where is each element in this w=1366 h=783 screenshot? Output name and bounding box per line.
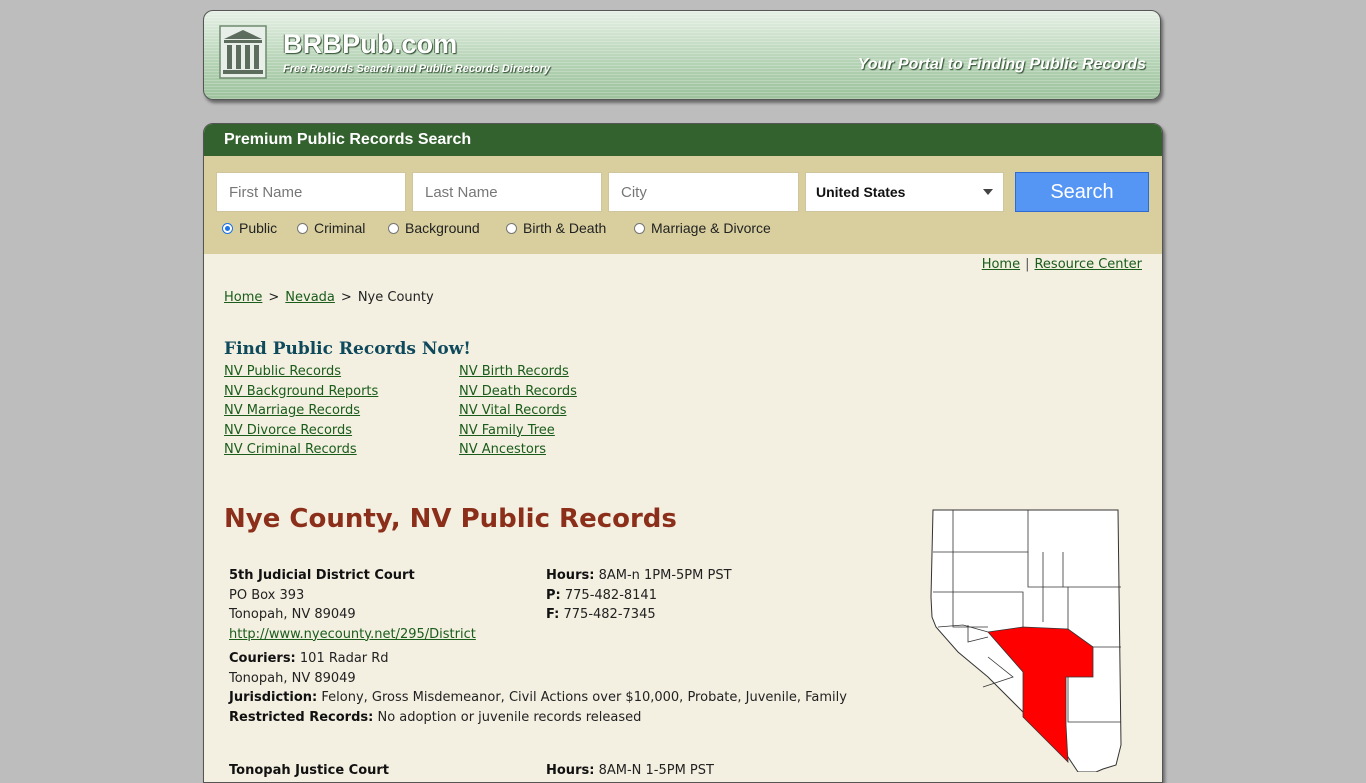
radio-criminal-indicator[interactable] xyxy=(297,222,308,234)
link-nv-marriage-records[interactable]: NV Marriage Records xyxy=(224,401,378,421)
restricted-label: Restricted Records: xyxy=(229,709,374,725)
radio-criminal-label: Criminal xyxy=(314,220,366,236)
next-court-name: Tonopah Justice Court xyxy=(229,763,390,778)
top-nav-links: Home | Resource Center xyxy=(982,257,1142,272)
top-link-home[interactable]: Home xyxy=(982,257,1020,272)
radio-background[interactable]: Background xyxy=(388,220,480,236)
top-link-resource-center[interactable]: Resource Center xyxy=(1034,257,1142,272)
site-name[interactable]: BRBPub.com xyxy=(283,29,458,60)
search-form: United States Search Public Criminal Bac… xyxy=(204,156,1162,254)
court-address-line2: Tonopah, NV 89049 xyxy=(229,607,356,622)
main-panel: Premium Public Records Search United Sta… xyxy=(203,123,1163,783)
couriers-address: 101 Radar Rd xyxy=(299,651,389,666)
radio-birth-death[interactable]: Birth & Death xyxy=(506,220,606,236)
records-links-left: NV Public Records NV Background Reports … xyxy=(224,362,378,460)
jurisdiction-value: Felony, Gross Misdemeanor, Civil Actions… xyxy=(321,690,847,705)
court-website-link[interactable]: http://www.nyecounty.net/295/District xyxy=(229,627,476,642)
next-hours-label: Hours: xyxy=(546,763,595,778)
records-links-right: NV Birth Records NV Death Records NV Vit… xyxy=(459,362,577,460)
radio-marriage-divorce-label: Marriage & Divorce xyxy=(651,220,771,236)
restricted-value: No adoption or juvenile records released xyxy=(377,709,642,725)
breadcrumb: Home > Nevada > Nye County xyxy=(224,290,434,305)
first-name-input[interactable] xyxy=(216,172,406,212)
court-contact-block: Hours: 8AM-n 1PM-5PM PST P: 775-482-8141… xyxy=(546,566,732,625)
breadcrumb-separator: > xyxy=(340,290,352,305)
radio-public[interactable]: Public xyxy=(222,220,277,236)
link-nv-death-records[interactable]: NV Death Records xyxy=(459,382,577,402)
top-link-separator: | xyxy=(1025,257,1030,272)
fax-label: F: xyxy=(546,607,560,622)
radio-criminal[interactable]: Criminal xyxy=(297,220,365,236)
site-header-banner: BRBPub.com Free Records Search and Publi… xyxy=(203,10,1161,100)
next-court-hours: 8AM-N 1-5PM PST xyxy=(598,763,714,778)
radio-birth-death-indicator[interactable] xyxy=(506,222,517,234)
link-nv-divorce-records[interactable]: NV Divorce Records xyxy=(224,421,378,441)
find-records-title: Find Public Records Now! xyxy=(224,339,471,359)
court-details-block: Couriers: 101 Radar Rd Tonopah, NV 89049… xyxy=(229,649,847,727)
link-nv-criminal-records[interactable]: NV Criminal Records xyxy=(224,440,378,460)
jurisdiction-label: Jurisdiction: xyxy=(229,690,318,705)
radio-public-indicator[interactable] xyxy=(222,222,233,234)
breadcrumb-current: Nye County xyxy=(357,290,434,305)
phone-label: P: xyxy=(546,587,561,603)
radio-background-indicator[interactable] xyxy=(388,222,399,234)
radio-marriage-divorce-indicator[interactable] xyxy=(634,222,645,234)
country-select[interactable]: United States xyxy=(805,172,1004,212)
radio-public-label: Public xyxy=(239,220,278,236)
court-phone: 775-482-8141 xyxy=(564,587,657,603)
link-nv-family-tree[interactable]: NV Family Tree xyxy=(459,421,577,441)
couriers-label: Couriers: xyxy=(229,651,296,666)
breadcrumb-separator: > xyxy=(268,290,280,305)
breadcrumb-state[interactable]: Nevada xyxy=(285,290,335,305)
court-address-line1: PO Box 393 xyxy=(229,587,305,603)
search-section-title: Premium Public Records Search xyxy=(204,124,1162,156)
link-nv-public-records[interactable]: NV Public Records xyxy=(224,362,378,382)
chevron-down-icon xyxy=(983,189,993,195)
search-button[interactable]: Search xyxy=(1015,172,1149,212)
link-nv-birth-records[interactable]: NV Birth Records xyxy=(459,362,577,382)
court-address-block: 5th Judicial District Court PO Box 393 T… xyxy=(229,566,476,644)
county-page-title: Nye County, NV Public Records xyxy=(224,504,677,534)
couriers-city: Tonopah, NV 89049 xyxy=(229,670,356,686)
country-select-value: United States xyxy=(816,184,906,200)
city-input[interactable] xyxy=(608,172,799,212)
court-hours: 8AM-n 1PM-5PM PST xyxy=(598,568,732,583)
link-nv-background-reports[interactable]: NV Background Reports xyxy=(224,382,378,402)
last-name-input[interactable] xyxy=(412,172,602,212)
site-tagline: Free Records Search and Public Records D… xyxy=(283,63,551,75)
breadcrumb-home[interactable]: Home xyxy=(224,290,262,305)
radio-birth-death-label: Birth & Death xyxy=(523,220,607,236)
court-fax: 775-482-7345 xyxy=(563,607,656,622)
radio-marriage-divorce[interactable]: Marriage & Divorce xyxy=(634,220,771,236)
hours-label: Hours: xyxy=(546,568,595,583)
nevada-county-map[interactable] xyxy=(928,507,1133,772)
next-court-contact: Hours: 8AM-N 1-5PM PST xyxy=(546,761,714,781)
link-nv-vital-records[interactable]: NV Vital Records xyxy=(459,401,577,421)
portal-slogan: Your Portal to Finding Public Records xyxy=(857,56,1146,73)
link-nv-ancestors[interactable]: NV Ancestors xyxy=(459,440,577,460)
radio-background-label: Background xyxy=(405,220,480,236)
courthouse-logo-icon[interactable] xyxy=(219,25,267,79)
court-name: 5th Judicial District Court xyxy=(229,568,415,583)
